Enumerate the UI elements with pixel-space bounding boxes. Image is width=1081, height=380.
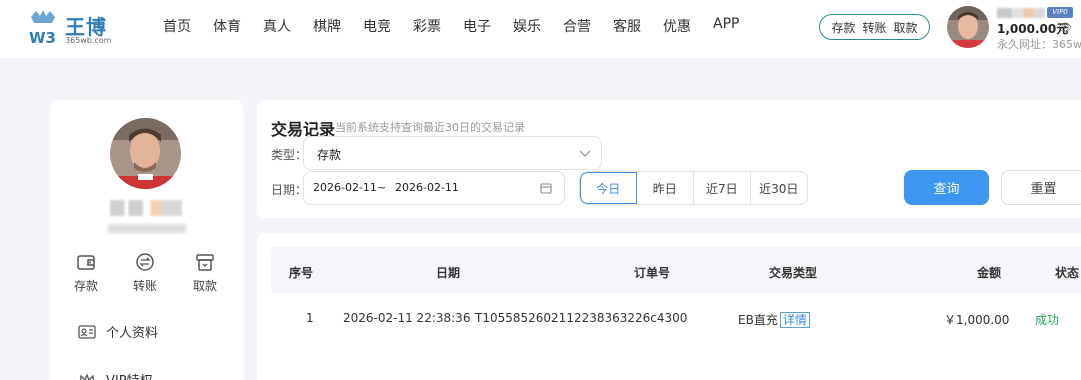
wallet-icon	[77, 255, 95, 270]
table-header: 序号 日期 订单号 交易类型 金额 状态	[271, 247, 1081, 294]
masked-username	[997, 8, 1045, 18]
top-header: W3 王博 365wb.com 首页 体育 真人 棋牌 电竞 彩票 电子 娱乐 …	[0, 0, 1081, 58]
crown-logo-icon: W3	[29, 10, 56, 47]
vip-badge: VIP0	[1047, 7, 1073, 18]
sidebar-transfer-button[interactable]: 转账	[125, 252, 165, 294]
col-amount: 金额	[977, 266, 1002, 280]
quick-range-group: 今日 昨日 近7日 近30日	[579, 171, 808, 205]
header-deposit-link[interactable]: 存款	[831, 19, 855, 36]
col-index: 序号	[289, 266, 314, 280]
transfer-icon	[136, 253, 154, 271]
user-photo-icon	[947, 6, 989, 48]
wallet-actions: 存款 转账 取款	[819, 14, 930, 40]
sidebar-item-label: VIP特权	[106, 370, 153, 380]
cell-type-text: EB直充	[738, 313, 778, 327]
transaction-table-card: 序号 日期 订单号 交易类型 金额 状态 1 2026-02-11 22:38:…	[257, 233, 1081, 380]
cell-order-no: T1055852602112238363226c4300	[475, 311, 688, 325]
brand-domain: 365wb.com	[65, 36, 112, 45]
sidebar-withdraw-label: 取款	[192, 279, 217, 293]
crown-icon	[79, 372, 95, 380]
sidebar-item-label: 个人资料	[106, 326, 159, 341]
date-separator: ~	[377, 181, 387, 194]
account-sidebar: 存款 转账 取款 个人资料 VIP特权	[50, 100, 243, 380]
transaction-filter-card: 交易记录 当前系统支持查询最近30日的交易记录 类型： 存款 日期： 2026-…	[257, 100, 1081, 218]
nav-support[interactable]: 客服	[613, 16, 641, 36]
withdraw-icon	[196, 254, 214, 271]
calendar-icon	[540, 183, 552, 194]
chevron-down-icon	[579, 150, 591, 157]
sidebar-withdraw-button[interactable]: 取款	[185, 252, 225, 294]
cell-status: 成功	[1035, 313, 1060, 327]
cell-amount: ￥1,000.00	[944, 313, 1010, 327]
date-range-picker[interactable]: 2026-02-11 ~ 2026-02-11	[303, 171, 565, 205]
nav-cards[interactable]: 棋牌	[313, 16, 341, 36]
sidebar-item-profile[interactable]: 个人资料	[78, 322, 158, 341]
cell-date: 2026-02-11 22:38:36	[343, 311, 471, 325]
nav-live[interactable]: 真人	[263, 16, 291, 36]
nav-entertainment[interactable]: 娱乐	[513, 16, 541, 36]
header-withdraw-link[interactable]: 取款	[893, 19, 917, 36]
date-label: 日期：	[271, 183, 308, 197]
nav-lottery[interactable]: 彩票	[413, 16, 441, 36]
profile-avatar[interactable]	[110, 118, 181, 189]
masked-nickname	[110, 200, 182, 216]
sidebar-transfer-label: 转账	[132, 279, 157, 293]
col-order-no: 订单号	[634, 266, 671, 280]
detail-link[interactable]: 详情	[779, 312, 810, 328]
nav-slots[interactable]: 电子	[463, 16, 491, 36]
type-selected-value: 存款	[317, 148, 342, 162]
col-date: 日期	[436, 266, 461, 280]
cell-type: EB直充 详情	[738, 311, 810, 328]
range-today-button[interactable]: 今日	[580, 172, 637, 204]
type-label: 类型：	[271, 148, 308, 162]
user-photo-icon	[110, 118, 181, 189]
date-end: 2026-02-11	[395, 181, 459, 194]
permanent-url: 永久网址：365w	[997, 38, 1081, 51]
sidebar-deposit-button[interactable]: 存款	[66, 252, 106, 294]
col-status: 状态	[1055, 266, 1080, 280]
header-avatar[interactable]	[947, 6, 989, 48]
nav-affiliate[interactable]: 合营	[563, 16, 591, 36]
sidebar-item-vip[interactable]: VIP特权	[78, 370, 153, 380]
eye-icon[interactable]: 👁	[1058, 21, 1072, 34]
query-button[interactable]: 查询	[904, 170, 989, 205]
nav-sports[interactable]: 体育	[213, 16, 241, 36]
nav-app[interactable]: APP	[713, 16, 739, 36]
nav-home[interactable]: 首页	[163, 16, 191, 36]
date-start: 2026-02-11	[313, 181, 377, 194]
nav-esports[interactable]: 电竞	[363, 16, 391, 36]
range-yesterday-button[interactable]: 昨日	[637, 172, 695, 204]
nav-promotions[interactable]: 优惠	[663, 16, 691, 36]
col-type: 交易类型	[769, 266, 818, 280]
reset-button[interactable]: 重置	[1001, 170, 1081, 205]
masked-account-id	[108, 224, 186, 233]
site-logo[interactable]: W3 王博 365wb.com	[28, 9, 118, 47]
svg-text:W3: W3	[29, 29, 56, 47]
main-nav: 首页 体育 真人 棋牌 电竞 彩票 电子 娱乐 合营 客服 优惠 APP	[152, 16, 750, 36]
id-card-icon	[78, 324, 96, 339]
range-7days-button[interactable]: 近7日	[694, 172, 751, 204]
page-subtitle: 当前系统支持查询最近30日的交易记录	[335, 121, 525, 134]
type-select[interactable]: 存款	[303, 136, 602, 170]
range-30days-button[interactable]: 近30日	[751, 172, 807, 204]
cell-index: 1	[306, 311, 314, 325]
sidebar-deposit-label: 存款	[73, 279, 98, 293]
header-transfer-link[interactable]: 转账	[862, 19, 886, 36]
